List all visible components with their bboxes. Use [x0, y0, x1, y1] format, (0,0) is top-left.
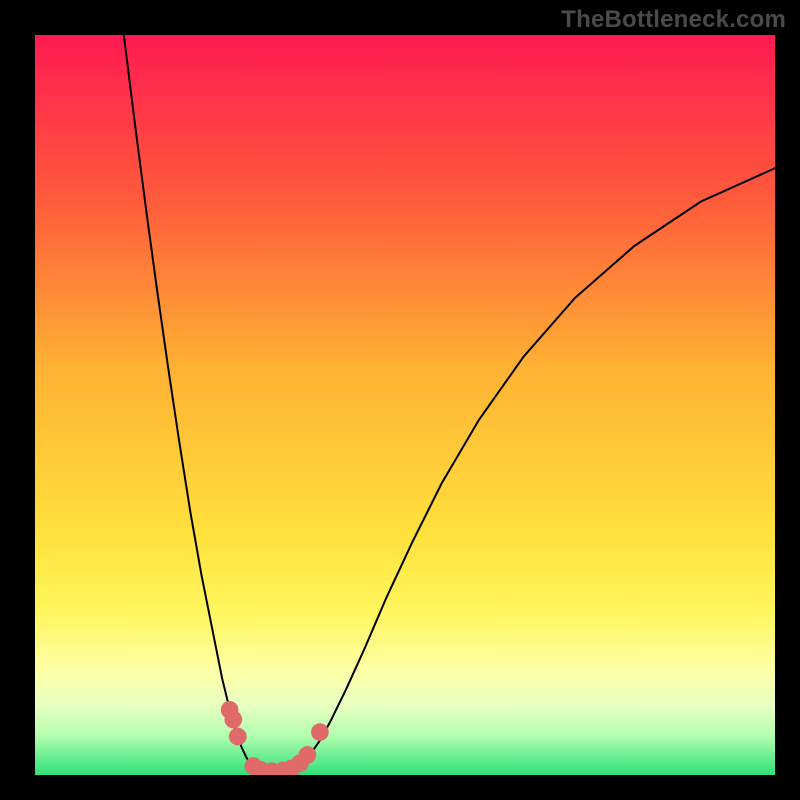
chart-svg	[35, 35, 775, 775]
marker-point	[298, 746, 316, 764]
marker-point	[229, 728, 247, 746]
marker-point	[311, 723, 329, 741]
plot-area	[35, 35, 775, 775]
marker-point	[224, 711, 242, 729]
chart-background	[35, 35, 775, 775]
chart-frame: TheBottleneck.com	[0, 0, 800, 800]
watermark-text: TheBottleneck.com	[561, 6, 786, 34]
